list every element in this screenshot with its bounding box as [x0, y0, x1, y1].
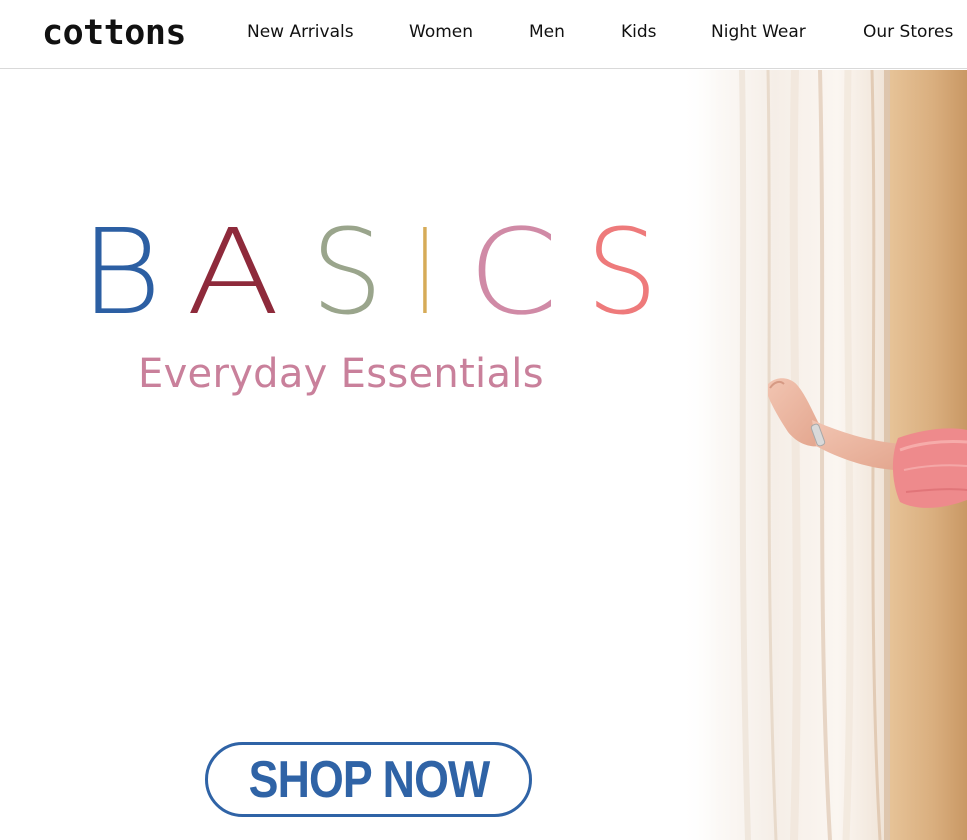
shop-now-button[interactable]: SHOP NOW	[205, 742, 532, 817]
headline-letter: S	[586, 214, 658, 324]
nav-night-wear[interactable]: Night Wear	[711, 22, 806, 42]
headline-letter: S	[311, 214, 383, 324]
hero-tagline: Everyday Essentials	[138, 351, 544, 397]
hero-photo	[680, 70, 967, 840]
headline-letter: B	[80, 214, 162, 324]
headline-letter: C	[468, 214, 558, 324]
nav-men[interactable]: Men	[529, 22, 565, 42]
headline-letter: A	[186, 214, 280, 324]
page: cottons New Arrivals Women Men Kids Nigh…	[0, 0, 967, 840]
basics-headline: B A S I C S	[80, 214, 658, 324]
brand-logo[interactable]: cottons	[42, 11, 187, 55]
nav-our-stores[interactable]: Our Stores	[863, 22, 953, 42]
nav-women[interactable]: Women	[409, 22, 473, 42]
nav-kids[interactable]: Kids	[621, 22, 657, 42]
shop-now-label: SHOP NOW	[248, 750, 490, 809]
nav-new-arrivals[interactable]: New Arrivals	[247, 22, 354, 42]
hero-banner[interactable]: B A S I C S Everyday Essentials SHOP NOW	[0, 70, 967, 840]
headline-letter: I	[415, 214, 435, 324]
site-header: cottons New Arrivals Women Men Kids Nigh…	[0, 0, 967, 69]
